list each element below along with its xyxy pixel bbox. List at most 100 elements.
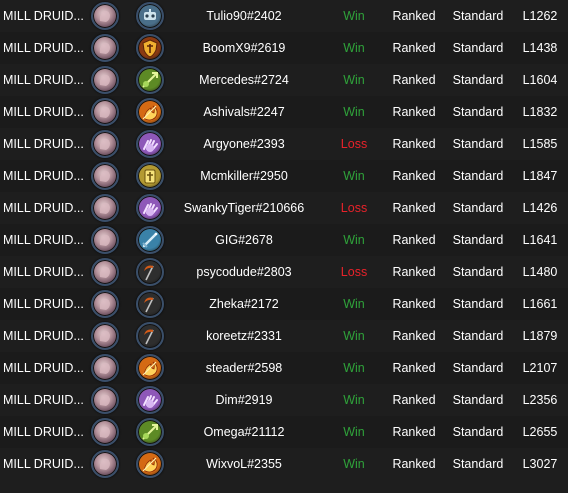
game-mode: Ranked [392, 457, 436, 471]
deck-name: MILL DRUID... [3, 41, 84, 55]
deck-name: MILL DRUID... [3, 73, 84, 87]
opponent-name: Mcmkiller#2950 [200, 169, 288, 183]
result-label: Loss [340, 201, 368, 215]
result-label: Win [343, 297, 365, 311]
warrior-shield-icon [136, 34, 164, 62]
mage-fire-icon [136, 98, 164, 126]
rank-label: L1480 [522, 265, 558, 279]
rank-label: L1661 [522, 297, 558, 311]
sword-class-icon [136, 226, 164, 254]
game-format: Standard [452, 105, 504, 119]
game-row[interactable]: MILL DRUID... GIG#2678 Win Ranked Standard L1… [0, 224, 568, 256]
result-label: Win [343, 41, 365, 55]
rank-label: L2107 [522, 361, 558, 375]
game-row[interactable]: MILL DRUID... BoomX9#2619 Win Ranked Standar… [0, 32, 568, 64]
priest-hand-icon [136, 386, 164, 414]
game-mode: Ranked [392, 9, 436, 23]
deck-name: MILL DRUID... [3, 361, 84, 375]
scythe-class-icon [136, 258, 164, 286]
game-format: Standard [452, 137, 504, 151]
deck-name: MILL DRUID... [3, 201, 84, 215]
rank-label: L2655 [522, 425, 558, 439]
opponent-name: Tulio90#2402 [206, 9, 282, 23]
game-row[interactable]: MILL DRUID... Mercedes#2724 Win Ranked Stand… [0, 64, 568, 96]
opponent-name: Ashivals#2247 [203, 105, 285, 119]
hunter-class-icon [136, 66, 164, 94]
game-mode: Ranked [392, 73, 436, 87]
druid-portrait-icon [91, 162, 119, 190]
hunter-class-icon [136, 418, 164, 446]
game-history-list: MILL DRUID... Tulio90#2402 Win Ranked Standa… [0, 0, 568, 493]
druid-portrait-icon [91, 290, 119, 318]
game-row[interactable]: MILL DRUID... steader#2598 Win Ranked Standa… [0, 352, 568, 384]
rank-label: L2356 [522, 393, 558, 407]
game-format: Standard [452, 329, 504, 343]
result-label: Loss [340, 137, 368, 151]
game-row[interactable]: MILL DRUID... SwankyTiger#210666 Loss Ranke… [0, 192, 568, 224]
druid-portrait-icon [91, 354, 119, 382]
deck-name: MILL DRUID... [3, 169, 84, 183]
scythe-class-icon [136, 290, 164, 318]
game-format: Standard [452, 297, 504, 311]
opponent-name: koreetz#2331 [206, 329, 282, 343]
druid-portrait-icon [91, 450, 119, 478]
result-label: Win [343, 169, 365, 183]
game-row[interactable]: MILL DRUID... Tulio90#2402 Win Ranked Standa… [0, 0, 568, 32]
opponent-name: GIG#2678 [215, 233, 273, 247]
druid-portrait-icon [91, 418, 119, 446]
game-format: Standard [452, 393, 504, 407]
game-format: Standard [452, 73, 504, 87]
opponent-name: BoomX9#2619 [202, 41, 286, 55]
result-label: Win [343, 361, 365, 375]
rank-label: L1641 [522, 233, 558, 247]
paladin-class-icon [136, 162, 164, 190]
game-mode: Ranked [392, 361, 436, 375]
game-mode: Ranked [392, 297, 436, 311]
priest-hand-icon [136, 130, 164, 158]
opponent-name: Dim#2919 [215, 393, 273, 407]
druid-portrait-icon [91, 2, 119, 30]
game-mode: Ranked [392, 329, 436, 343]
game-row[interactable]: MILL DRUID... Argyone#2393 Loss Ranked Stand… [0, 128, 568, 160]
game-row[interactable]: MILL DRUID... WixvoL#2355 Win Ranked Standar… [0, 448, 568, 480]
game-mode: Ranked [392, 201, 436, 215]
rank-label: L1847 [522, 169, 558, 183]
game-format: Standard [452, 201, 504, 215]
game-format: Standard [452, 233, 504, 247]
result-label: Win [343, 329, 365, 343]
game-row[interactable]: MILL DRUID... Omega#21112 Win Ranked Standar… [0, 416, 568, 448]
rank-label: L1604 [522, 73, 558, 87]
game-row[interactable]: MILL DRUID... Dim#2919 Win Ranked Standard L2… [0, 384, 568, 416]
game-row[interactable]: MILL DRUID... Mcmkiller#2950 Win Ranked Stan… [0, 160, 568, 192]
druid-portrait-icon [91, 34, 119, 62]
result-label: Win [343, 105, 365, 119]
druid-portrait-icon [91, 226, 119, 254]
game-row[interactable]: MILL DRUID... Zheka#2172 Win Ranked Standard… [0, 288, 568, 320]
rank-label: L1879 [522, 329, 558, 343]
deck-name: MILL DRUID... [3, 329, 84, 343]
game-mode: Ranked [392, 265, 436, 279]
opponent-name: steader#2598 [205, 361, 283, 375]
deck-name: MILL DRUID... [3, 233, 84, 247]
druid-portrait-icon [91, 98, 119, 126]
rank-label: L1585 [522, 137, 558, 151]
game-row[interactable]: MILL DRUID... koreetz#2331 Win Ranked Standa… [0, 320, 568, 352]
result-label: Win [343, 457, 365, 471]
rank-label: L1832 [522, 105, 558, 119]
deck-name: MILL DRUID... [3, 105, 84, 119]
result-label: Win [343, 9, 365, 23]
mech-class-icon [136, 2, 164, 30]
game-mode: Ranked [392, 105, 436, 119]
opponent-name: Omega#21112 [203, 425, 285, 439]
deck-name: MILL DRUID... [3, 265, 84, 279]
result-label: Win [343, 425, 365, 439]
game-mode: Ranked [392, 393, 436, 407]
result-label: Win [343, 393, 365, 407]
game-format: Standard [452, 361, 504, 375]
game-row[interactable]: MILL DRUID... Ashivals#2247 Win Ranked Stand… [0, 96, 568, 128]
druid-portrait-icon [91, 66, 119, 94]
opponent-name: psycodude#2803 [196, 265, 292, 279]
game-row[interactable]: MILL DRUID... psycodude#2803 Loss Ranked Sta… [0, 256, 568, 288]
druid-portrait-icon [91, 194, 119, 222]
rank-label: L3027 [522, 457, 558, 471]
